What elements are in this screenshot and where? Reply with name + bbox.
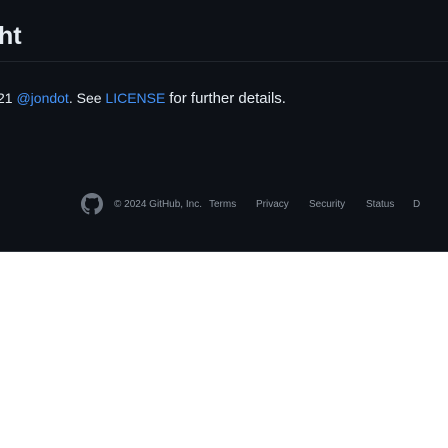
- see-text: . See: [68, 90, 102, 106]
- footer-link-privacy[interactable]: Privacy: [256, 199, 289, 210]
- license-link[interactable]: LICENSE: [105, 90, 165, 106]
- footer-link-docs[interactable]: D: [413, 199, 420, 210]
- blank-area: [0, 252, 448, 448]
- site-footer: © 2024 GitHub, Inc. Terms Privacy Securi…: [0, 193, 448, 217]
- footer-link-terms[interactable]: Terms: [209, 199, 236, 210]
- further-details-text: for further details.: [169, 90, 286, 107]
- footer-link-security[interactable]: Security: [309, 199, 345, 210]
- author-link[interactable]: @jondot: [16, 90, 68, 106]
- readme-heading: ht: [0, 22, 22, 50]
- license-notice: 21 @jondot. See LICENSE for further deta…: [0, 89, 286, 108]
- copyright-year-fragment: 21: [0, 90, 13, 106]
- heading-divider: [0, 61, 448, 62]
- github-mark-icon[interactable]: [81, 193, 103, 215]
- footer-copyright: © 2024 GitHub, Inc.: [114, 199, 202, 210]
- page-content: ht 21 @jondot. See LICENSE for further d…: [0, 0, 448, 251]
- footer-link-status[interactable]: Status: [366, 199, 394, 210]
